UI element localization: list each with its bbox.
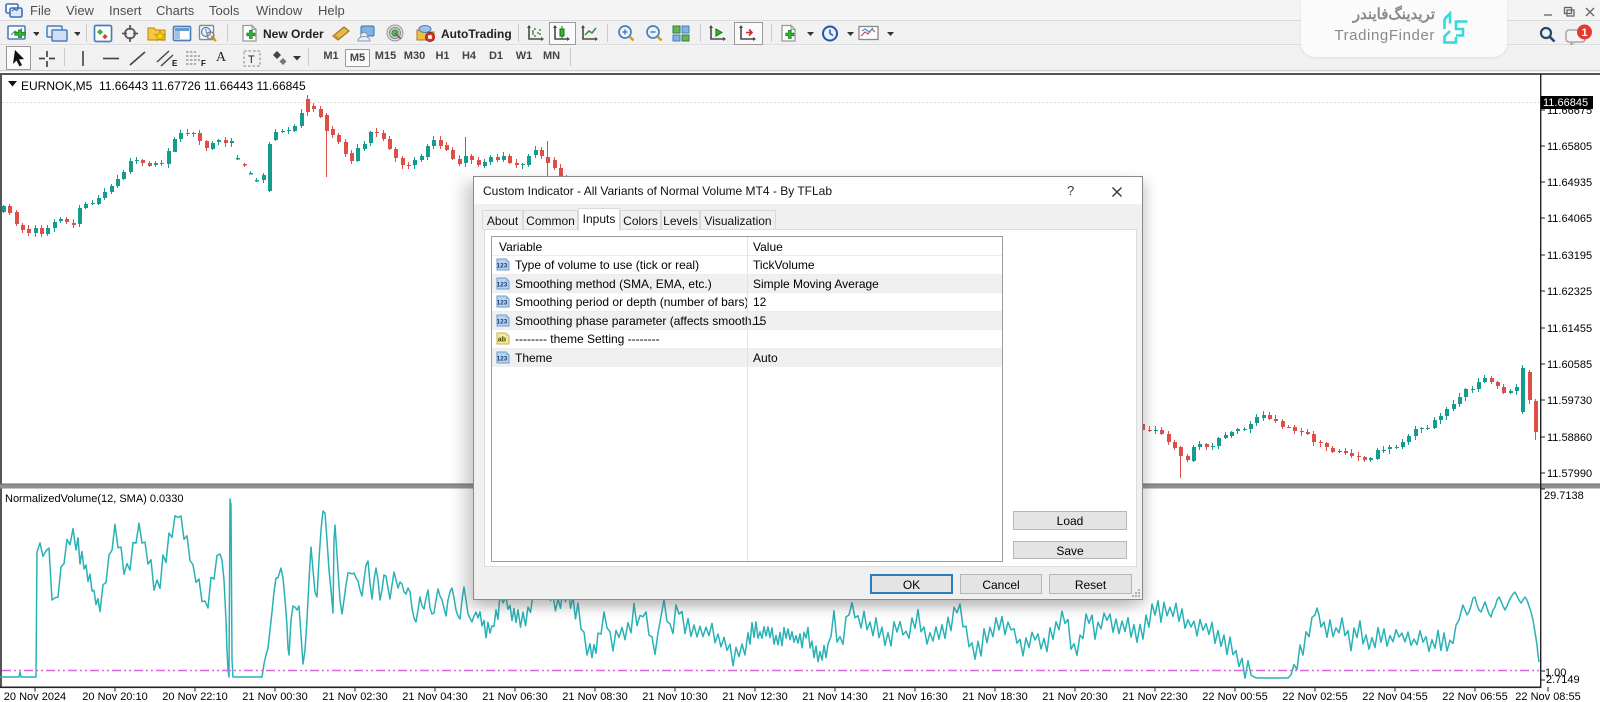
svg-text:22 Nov 06:55: 22 Nov 06:55 — [1442, 691, 1507, 702]
svg-text:11.57990: 11.57990 — [1547, 468, 1592, 480]
svg-text:11.60585: 11.60585 — [1547, 359, 1592, 371]
svg-text:21 Nov 04:30: 21 Nov 04:30 — [402, 691, 467, 702]
svg-text:123: 123 — [497, 263, 508, 270]
svg-text:11.65805: 11.65805 — [1547, 141, 1592, 153]
svg-text:21 Nov 18:30: 21 Nov 18:30 — [962, 691, 1027, 702]
svg-text:123: 123 — [497, 318, 508, 325]
svg-text:11.62325: 11.62325 — [1547, 286, 1592, 298]
svg-text:1: 1 — [1581, 27, 1587, 39]
svg-text:2.7149: 2.7149 — [1546, 674, 1580, 686]
svg-text:T: T — [248, 54, 255, 66]
svg-text:11.66845: 11.66845 — [1543, 97, 1588, 109]
svg-text:11.64935: 11.64935 — [1547, 177, 1592, 189]
svg-text:20 Nov 20:10: 20 Nov 20:10 — [82, 691, 147, 702]
svg-text:11.61455: 11.61455 — [1547, 323, 1592, 335]
svg-text:22 Nov 08:55: 22 Nov 08:55 — [1515, 691, 1580, 702]
svg-text:11.63195: 11.63195 — [1547, 250, 1592, 262]
svg-text:21 Nov 14:30: 21 Nov 14:30 — [802, 691, 867, 702]
svg-text:21 Nov 16:30: 21 Nov 16:30 — [882, 691, 947, 702]
svg-text:21 Nov 00:30: 21 Nov 00:30 — [242, 691, 307, 702]
svg-text:21 Nov 12:30: 21 Nov 12:30 — [722, 691, 787, 702]
svg-text:ab: ab — [498, 337, 506, 344]
svg-text:E: E — [172, 59, 178, 68]
svg-text:21 Nov 08:30: 21 Nov 08:30 — [562, 691, 627, 702]
svg-text:20 Nov 22:10: 20 Nov 22:10 — [162, 691, 227, 702]
svg-text:21 Nov 20:30: 21 Nov 20:30 — [1042, 691, 1107, 702]
svg-text:123: 123 — [497, 355, 508, 362]
svg-text:F: F — [201, 59, 206, 68]
svg-text:21 Nov 22:30: 21 Nov 22:30 — [1122, 691, 1187, 702]
svg-text:20 Nov 2024: 20 Nov 2024 — [4, 691, 66, 702]
svg-text:EURNOK,M5 11.66443 11.67726 1: EURNOK,M5 11.66443 11.67726 11.66443 11.… — [21, 79, 306, 93]
svg-text:29.7138: 29.7138 — [1544, 490, 1584, 502]
svg-text:NormalizedVolume(12, SMA) 0.03: NormalizedVolume(12, SMA) 0.0330 — [5, 493, 184, 505]
svg-text:21 Nov 02:30: 21 Nov 02:30 — [322, 691, 387, 702]
svg-text:123: 123 — [497, 281, 508, 288]
svg-text:11.64065: 11.64065 — [1547, 213, 1592, 225]
svg-text:22 Nov 04:55: 22 Nov 04:55 — [1362, 691, 1427, 702]
svg-text:21 Nov 06:30: 21 Nov 06:30 — [482, 691, 547, 702]
svg-text:22 Nov 00:55: 22 Nov 00:55 — [1202, 691, 1267, 702]
svg-text:11.58860: 11.58860 — [1547, 432, 1592, 444]
svg-text:123: 123 — [497, 300, 508, 307]
svg-text:11.59730: 11.59730 — [1547, 395, 1592, 407]
svg-text:21 Nov 10:30: 21 Nov 10:30 — [642, 691, 707, 702]
svg-text:22 Nov 02:55: 22 Nov 02:55 — [1282, 691, 1347, 702]
